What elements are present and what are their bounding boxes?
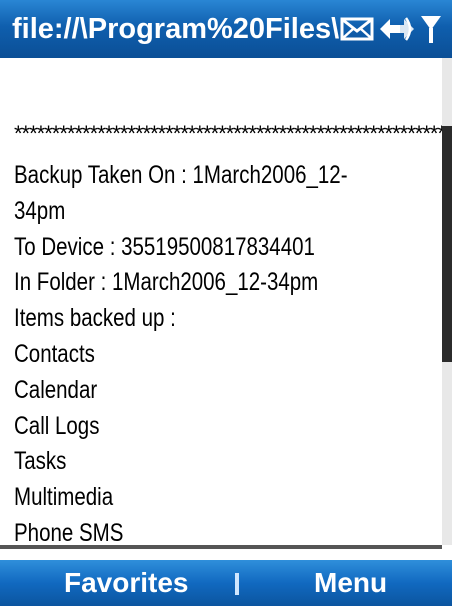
signal-icon[interactable] (420, 14, 442, 44)
list-item: Contacts (14, 339, 95, 368)
page-title: file://\Program%20Files\ (12, 13, 340, 45)
menu-softkey[interactable]: Menu (314, 560, 387, 606)
softkey-bar: Favorites Menu (0, 560, 452, 606)
line-backup-time: 34pm (14, 196, 66, 225)
mail-icon[interactable] (340, 16, 374, 42)
backup-log-content: ****************************************… (0, 58, 442, 545)
line-in-folder: In Folder : 1March2006_12-34pm (14, 268, 319, 297)
vertical-scrollbar[interactable] (442, 58, 452, 545)
list-item: Multimedia (14, 483, 114, 512)
list-item: Calendar (14, 375, 98, 404)
softkey-divider (235, 573, 239, 595)
line-backup-taken-on: Backup Taken On : 1March2006_12- (14, 161, 348, 189)
connectivity-icon[interactable] (378, 14, 416, 44)
scrollbar-thumb[interactable] (442, 126, 452, 362)
line-items-backed-up: Items backed up : (14, 304, 176, 333)
log-lines: Backup Taken On : 1March2006_12- 34pm To… (14, 158, 434, 545)
spacer (0, 549, 452, 560)
list-item: Phone SMS (14, 518, 124, 545)
list-item: Call Logs (14, 411, 100, 440)
separator-line: ****************************************… (14, 123, 442, 145)
favorites-softkey[interactable]: Favorites (64, 560, 189, 606)
list-item: Tasks (14, 447, 67, 476)
status-icons (340, 12, 442, 46)
title-bar: file://\Program%20Files\ (0, 0, 452, 58)
line-to-device: To Device : 35519500817834401 (14, 232, 315, 261)
